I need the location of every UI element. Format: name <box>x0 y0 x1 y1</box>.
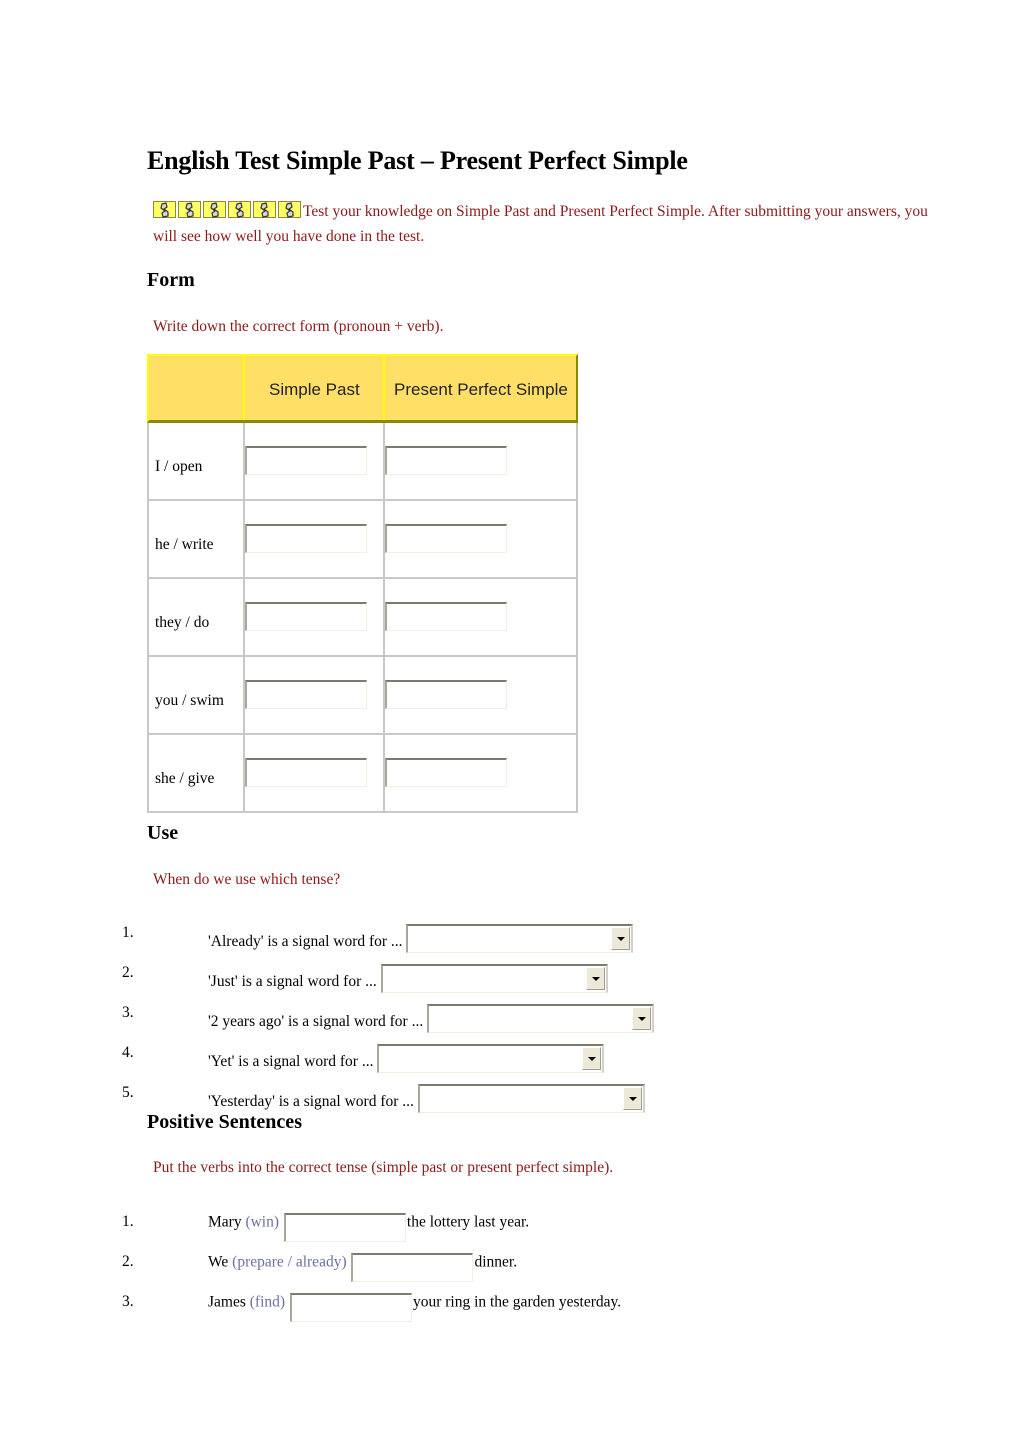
column-divider <box>383 356 385 420</box>
list-number: 5. <box>122 1084 134 1101</box>
list-number: 4. <box>122 1044 134 1061</box>
present-perfect-input[interactable] <box>385 602 507 631</box>
list-number: 3. <box>122 1004 134 1021</box>
form-table-row: I / open <box>147 423 578 501</box>
positive-sentence: We (prepare / already) dinner. <box>208 1253 517 1282</box>
page-title: English Test Simple Past – Present Perfe… <box>147 146 688 175</box>
form-table-row: they / do <box>147 579 578 657</box>
intro-paragraph: Test your knowledge on Simple Past and P… <box>153 199 933 249</box>
use-question: 'Just' is a signal word for ... <box>208 964 608 993</box>
verb-answer-input[interactable] <box>351 1253 474 1282</box>
pronoun-verb-label: she / give <box>155 770 215 787</box>
column-divider <box>243 356 245 420</box>
tense-dropdown[interactable] <box>417 1084 645 1113</box>
simple-past-input[interactable] <box>245 602 367 631</box>
use-question: 'Already' is a signal word for ... <box>208 924 634 953</box>
question-text: '2 years ago' is a signal word for ... <box>208 1013 424 1030</box>
pill-rating-icon <box>253 201 276 218</box>
verb-hint: (prepare / already) <box>232 1253 347 1271</box>
sentence-rest: dinner. <box>474 1253 518 1271</box>
simple-past-input[interactable] <box>245 758 367 787</box>
pill-rating-icon <box>153 201 176 218</box>
verb-hint: (win) <box>245 1213 280 1231</box>
present-perfect-input[interactable] <box>385 446 507 475</box>
chevron-down-icon[interactable] <box>582 1047 602 1070</box>
pill-rating-icon <box>278 201 301 218</box>
positive-sentence: James (find) your ring in the garden yes… <box>208 1293 621 1322</box>
use-question: 'Yesterday' is a signal word for ... <box>208 1084 645 1113</box>
chevron-down-icon[interactable] <box>622 1087 642 1110</box>
form-table-row: she / give <box>147 735 578 813</box>
present-perfect-input[interactable] <box>385 758 507 787</box>
pill-rating-icon <box>203 201 226 218</box>
sentence-subject: Mary <box>208 1213 242 1231</box>
list-number: 2. <box>122 964 134 981</box>
chevron-down-icon[interactable] <box>611 927 631 950</box>
section-heading-form: Form <box>147 269 195 291</box>
verb-hint: (find) <box>249 1293 286 1311</box>
tense-dropdown[interactable] <box>377 1044 605 1073</box>
verb-answer-input[interactable] <box>283 1213 406 1242</box>
sentence-rest: your ring in the garden yesterday. <box>412 1293 622 1311</box>
use-question: 'Yet' is a signal word for ... <box>208 1044 605 1073</box>
pronoun-verb-label: he / write <box>155 536 214 553</box>
form-table: Simple Past Present Perfect Simple I / o… <box>147 354 578 813</box>
form-instruction: Write down the correct form (pronoun + v… <box>153 318 444 335</box>
tense-dropdown[interactable] <box>427 1004 655 1033</box>
verb-answer-input[interactable] <box>289 1293 412 1322</box>
present-perfect-input[interactable] <box>385 524 507 553</box>
form-table-row: you / swim <box>147 657 578 735</box>
section-heading-positive-sentences: Positive Sentences <box>147 1111 302 1133</box>
simple-past-input[interactable] <box>245 524 367 553</box>
question-text: 'Just' is a signal word for ... <box>208 973 377 990</box>
chevron-down-icon[interactable] <box>632 1007 652 1030</box>
pronoun-verb-label: they / do <box>155 614 210 631</box>
rating-stars <box>153 201 303 220</box>
pill-rating-icon <box>178 201 201 218</box>
pill-rating-icon <box>228 201 251 218</box>
tense-dropdown[interactable] <box>380 964 608 993</box>
positive-instruction: Put the verbs into the correct tense (si… <box>153 1159 614 1176</box>
question-text: 'Yesterday' is a signal word for ... <box>208 1093 414 1110</box>
tense-dropdown[interactable] <box>406 924 634 953</box>
sentence-subject: We <box>208 1253 229 1271</box>
use-instruction: When do we use which tense? <box>153 871 341 888</box>
form-table-header: Simple Past Present Perfect Simple <box>147 354 578 423</box>
positive-sentence: Mary (win) the lottery last year. <box>208 1213 529 1242</box>
use-question: '2 years ago' is a signal word for ... <box>208 1004 655 1033</box>
list-number: 3. <box>122 1293 134 1310</box>
list-number: 2. <box>122 1253 134 1270</box>
sentence-rest: the lottery last year. <box>406 1213 530 1231</box>
chevron-down-icon[interactable] <box>585 967 605 990</box>
question-text: 'Already' is a signal word for ... <box>208 933 403 950</box>
question-text: 'Yet' is a signal word for ... <box>208 1053 374 1070</box>
form-table-row: he / write <box>147 501 578 579</box>
list-number: 1. <box>122 1213 134 1230</box>
column-header-simple-past: Simple Past <box>269 380 360 399</box>
section-heading-use: Use <box>147 822 179 844</box>
present-perfect-input[interactable] <box>385 680 507 709</box>
sentence-subject: James <box>208 1293 246 1311</box>
column-header-present-perfect: Present Perfect Simple <box>394 380 568 399</box>
pronoun-verb-label: I / open <box>155 458 203 475</box>
simple-past-input[interactable] <box>245 446 367 475</box>
simple-past-input[interactable] <box>245 680 367 709</box>
list-number: 1. <box>122 924 134 941</box>
pronoun-verb-label: you / swim <box>155 692 224 709</box>
